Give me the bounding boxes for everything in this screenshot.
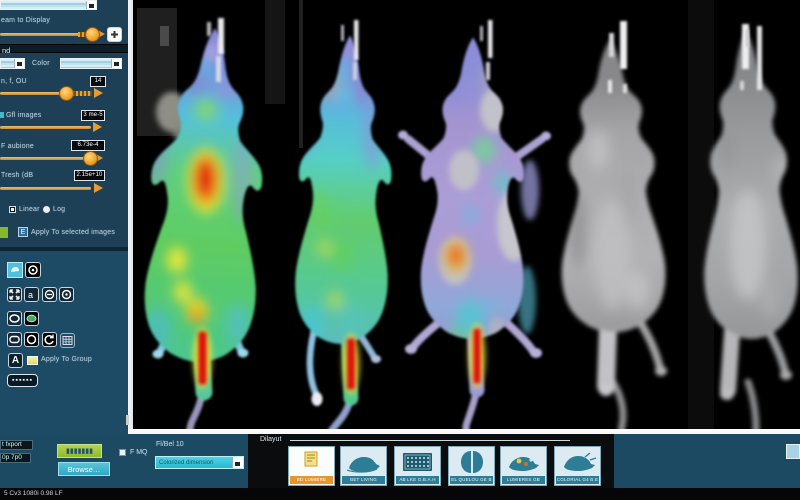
svg-text:a: a [28,290,33,300]
